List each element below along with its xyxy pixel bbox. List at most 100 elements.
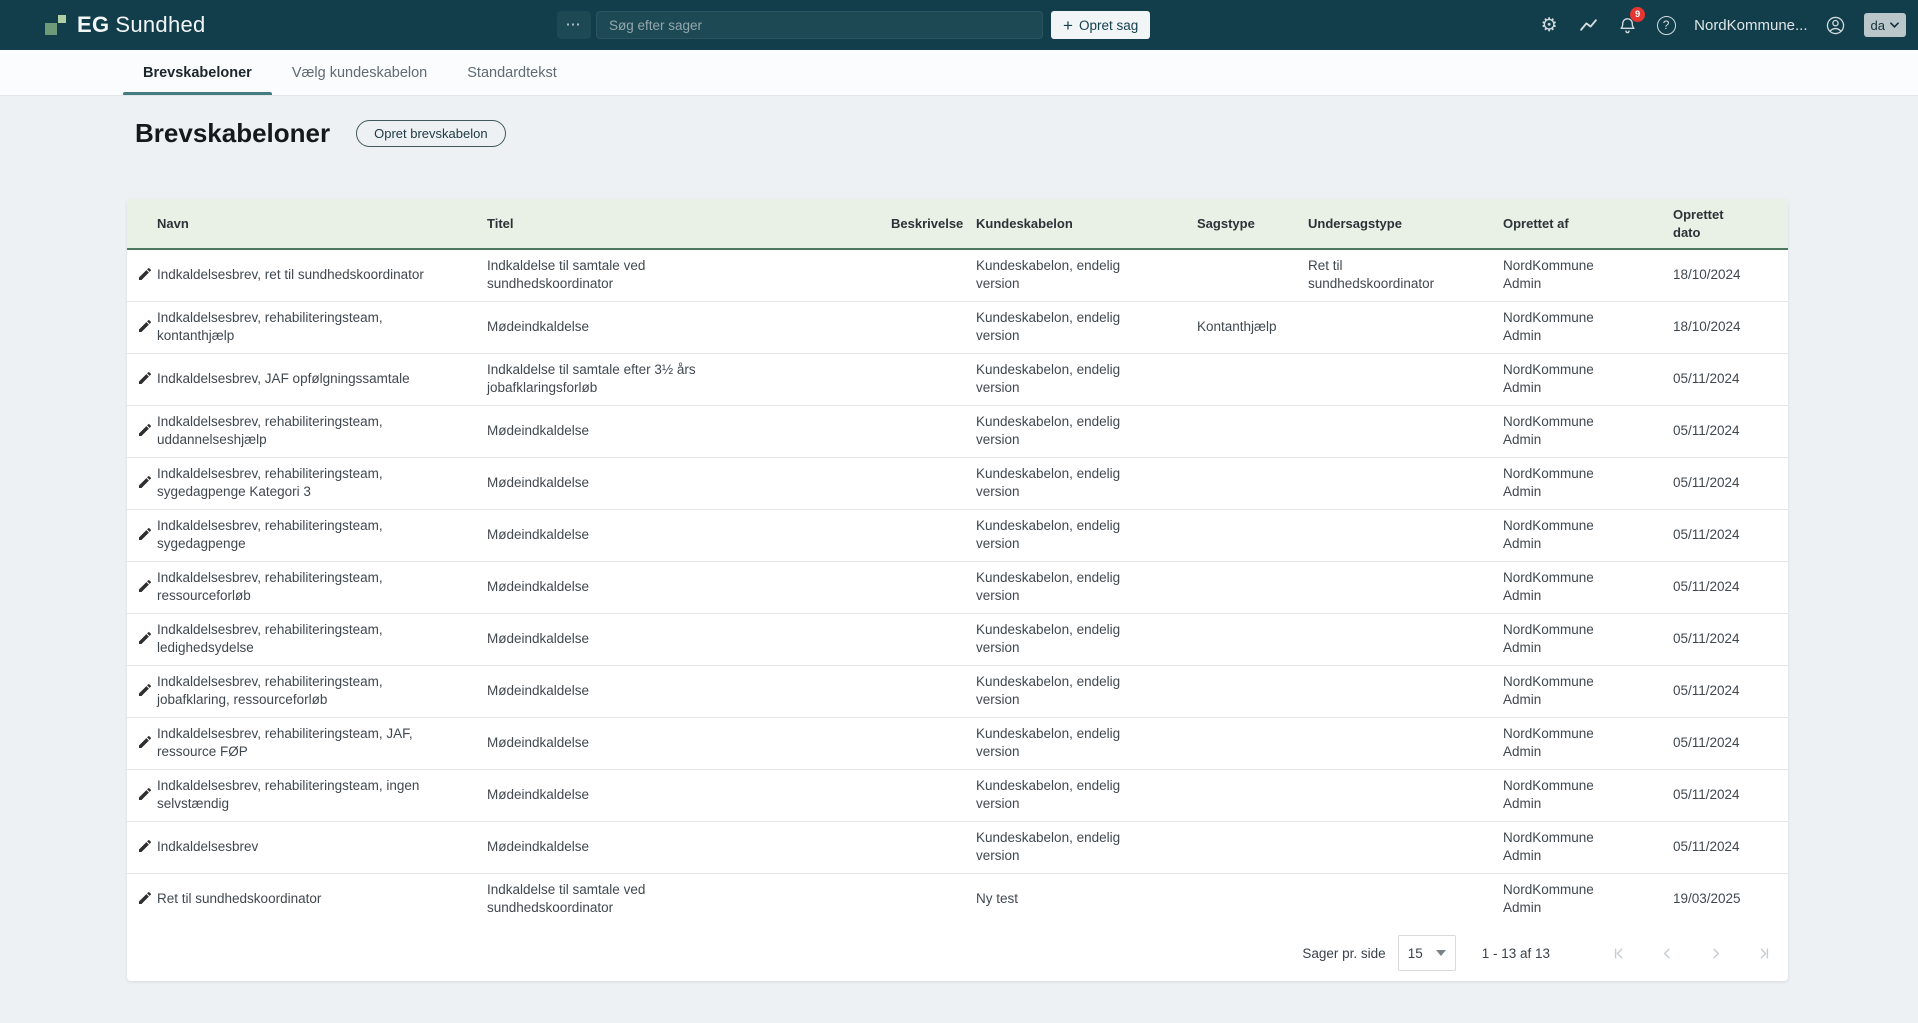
search-input[interactable] — [596, 11, 1043, 39]
previous-page-icon[interactable] — [1656, 942, 1678, 964]
plus-icon: + — [1063, 17, 1073, 34]
cell-kundeskabelon: Kundeskabelon, endelig version — [976, 465, 1136, 501]
edit-pencil-icon[interactable] — [135, 836, 155, 856]
table-row[interactable]: Indkaldelsesbrev, rehabiliteringsteam, j… — [127, 665, 1788, 717]
settings-gear-icon[interactable]: ⚙ — [1538, 14, 1560, 36]
cell-oprettet-af: NordKommune Admin — [1503, 413, 1603, 449]
column-undersagstype: Undersagstype — [1308, 199, 1503, 249]
cell-titel: Indkaldelse til samtale ved sundhedskoor… — [487, 257, 737, 293]
edit-pencil-icon[interactable] — [135, 420, 155, 440]
create-case-button[interactable]: + Opret sag — [1051, 11, 1150, 39]
cell-navn: Indkaldelsesbrev, rehabiliteringsteam, k… — [157, 309, 467, 345]
eg-logo-icon — [45, 14, 67, 36]
cell-oprettet-dato: 05/11/2024 — [1673, 682, 1788, 700]
per-page-select[interactable]: 15 — [1398, 935, 1456, 971]
tenant-name[interactable]: NordKommune... — [1694, 17, 1807, 34]
templates-table-card: Navn Titel Beskrivelse Kundeskabelon Sag… — [127, 199, 1788, 981]
cell-oprettet-dato: 05/11/2024 — [1673, 630, 1788, 648]
table-row[interactable]: Indkaldelsesbrev, ret til sundhedskoordi… — [127, 249, 1788, 301]
app-title: EGSundhed — [77, 12, 206, 38]
cell-sagstype: Kontanthjælp — [1197, 318, 1308, 336]
cell-navn: Indkaldelsesbrev, rehabiliteringsteam, i… — [157, 777, 467, 813]
cell-oprettet-af: NordKommune Admin — [1503, 257, 1603, 293]
cell-kundeskabelon: Kundeskabelon, endelig version — [976, 413, 1136, 449]
more-options-button[interactable]: ⋯ — [557, 11, 591, 39]
table-row[interactable]: Indkaldelsesbrev, rehabiliteringsteam, s… — [127, 457, 1788, 509]
column-titel: Titel — [487, 199, 891, 249]
edit-pencil-icon[interactable] — [135, 628, 155, 648]
tab-brevskabeloner[interactable]: Brevskabeloner — [123, 50, 272, 95]
cell-oprettet-af: NordKommune Admin — [1503, 361, 1603, 397]
table-row[interactable]: Ret til sundhedskoordinator Indkaldelse … — [127, 873, 1788, 925]
cell-kundeskabelon: Kundeskabelon, endelig version — [976, 725, 1136, 761]
create-template-button[interactable]: Opret brevskabelon — [356, 120, 505, 147]
per-page-label: Sager pr. side — [1302, 946, 1385, 961]
edit-pencil-icon[interactable] — [135, 784, 155, 804]
pagination-range: 1 - 13 af 13 — [1482, 946, 1550, 961]
cell-kundeskabelon: Kundeskabelon, endelig version — [976, 777, 1136, 813]
pagination-bar: Sager pr. side 15 1 - 13 af 13 — [127, 925, 1788, 981]
cell-kundeskabelon: Kundeskabelon, endelig version — [976, 361, 1136, 397]
cell-navn: Indkaldelsesbrev, rehabiliteringsteam, r… — [157, 569, 467, 605]
app-logo[interactable]: EGSundhed — [45, 0, 206, 50]
account-icon[interactable] — [1825, 14, 1847, 36]
cell-oprettet-af: NordKommune Admin — [1503, 517, 1603, 553]
table-row[interactable]: Indkaldelsesbrev, JAF opfølgningssamtale… — [127, 353, 1788, 405]
cell-titel: Mødeindkaldelse — [487, 318, 737, 336]
edit-pencil-icon[interactable] — [135, 264, 155, 284]
notifications-bell-icon[interactable]: 9 — [1616, 14, 1638, 36]
edit-pencil-icon[interactable] — [135, 524, 155, 544]
cell-undersagstype: Ret til sundhedskoordinator — [1308, 257, 1448, 293]
first-page-icon[interactable] — [1608, 942, 1630, 964]
tab-vaelg-kundeskabelon[interactable]: Vælg kundeskabelon — [272, 50, 447, 95]
edit-pencil-icon[interactable] — [135, 368, 155, 388]
table-row[interactable]: Indkaldelsesbrev, rehabiliteringsteam, u… — [127, 405, 1788, 457]
edit-pencil-icon[interactable] — [135, 576, 155, 596]
cell-titel: Mødeindkaldelse — [487, 838, 737, 856]
tab-bar: Brevskabeloner Vælg kundeskabelon Standa… — [0, 50, 1918, 96]
cell-navn: Indkaldelsesbrev, rehabiliteringsteam, J… — [157, 725, 467, 761]
cell-oprettet-dato: 05/11/2024 — [1673, 786, 1788, 804]
column-oprettet-af: Oprettet af — [1503, 199, 1673, 249]
column-beskrivelse: Beskrivelse — [891, 199, 976, 249]
top-bar: EGSundhed ⋯ + Opret sag ⚙ 9 ? NordKomm — [0, 0, 1918, 50]
activity-pulse-icon[interactable] — [1577, 14, 1599, 36]
cell-titel: Indkaldelse til samtale efter 3½ års job… — [487, 361, 737, 397]
column-sagstype: Sagstype — [1197, 199, 1308, 249]
cell-titel: Mødeindkaldelse — [487, 578, 737, 596]
tab-standardtekst[interactable]: Standardtekst — [447, 50, 576, 95]
column-icon — [127, 199, 157, 249]
edit-pencil-icon[interactable] — [135, 316, 155, 336]
cell-navn: Indkaldelsesbrev, rehabiliteringsteam, j… — [157, 673, 467, 709]
table-row[interactable]: Indkaldelsesbrev, rehabiliteringsteam, J… — [127, 717, 1788, 769]
table-row[interactable]: Indkaldelsesbrev, rehabiliteringsteam, r… — [127, 561, 1788, 613]
cell-navn: Indkaldelsesbrev, JAF opfølgningssamtale — [157, 370, 467, 388]
table-row[interactable]: Indkaldelsesbrev, rehabiliteringsteam, l… — [127, 613, 1788, 665]
cell-navn: Ret til sundhedskoordinator — [157, 890, 467, 908]
edit-pencil-icon[interactable] — [135, 680, 155, 700]
chevron-down-icon — [1890, 22, 1899, 28]
next-page-icon[interactable] — [1704, 942, 1726, 964]
edit-pencil-icon[interactable] — [135, 732, 155, 752]
language-selector[interactable]: da — [1864, 13, 1906, 37]
edit-pencil-icon[interactable] — [135, 888, 155, 908]
chevron-down-icon — [1436, 950, 1446, 956]
table-row[interactable]: Indkaldelsesbrev, rehabiliteringsteam, k… — [127, 301, 1788, 353]
cell-kundeskabelon: Kundeskabelon, endelig version — [976, 569, 1136, 605]
notification-count-badge: 9 — [1630, 7, 1645, 22]
cell-oprettet-af: NordKommune Admin — [1503, 829, 1603, 865]
edit-pencil-icon[interactable] — [135, 472, 155, 492]
help-icon[interactable]: ? — [1655, 14, 1677, 36]
cell-oprettet-dato: 05/11/2024 — [1673, 422, 1788, 440]
table-row[interactable]: Indkaldelsesbrev Mødeindkaldelse Kundesk… — [127, 821, 1788, 873]
cell-oprettet-dato: 05/11/2024 — [1673, 578, 1788, 596]
cell-kundeskabelon: Ny test — [976, 890, 1136, 908]
last-page-icon[interactable] — [1752, 942, 1774, 964]
cell-oprettet-af: NordKommune Admin — [1503, 569, 1603, 605]
cell-titel: Mødeindkaldelse — [487, 682, 737, 700]
table-row[interactable]: Indkaldelsesbrev, rehabiliteringsteam, i… — [127, 769, 1788, 821]
table-row[interactable]: Indkaldelsesbrev, rehabiliteringsteam, s… — [127, 509, 1788, 561]
cell-oprettet-af: NordKommune Admin — [1503, 309, 1603, 345]
cell-oprettet-dato: 05/11/2024 — [1673, 370, 1788, 388]
cell-oprettet-af: NordKommune Admin — [1503, 465, 1603, 501]
